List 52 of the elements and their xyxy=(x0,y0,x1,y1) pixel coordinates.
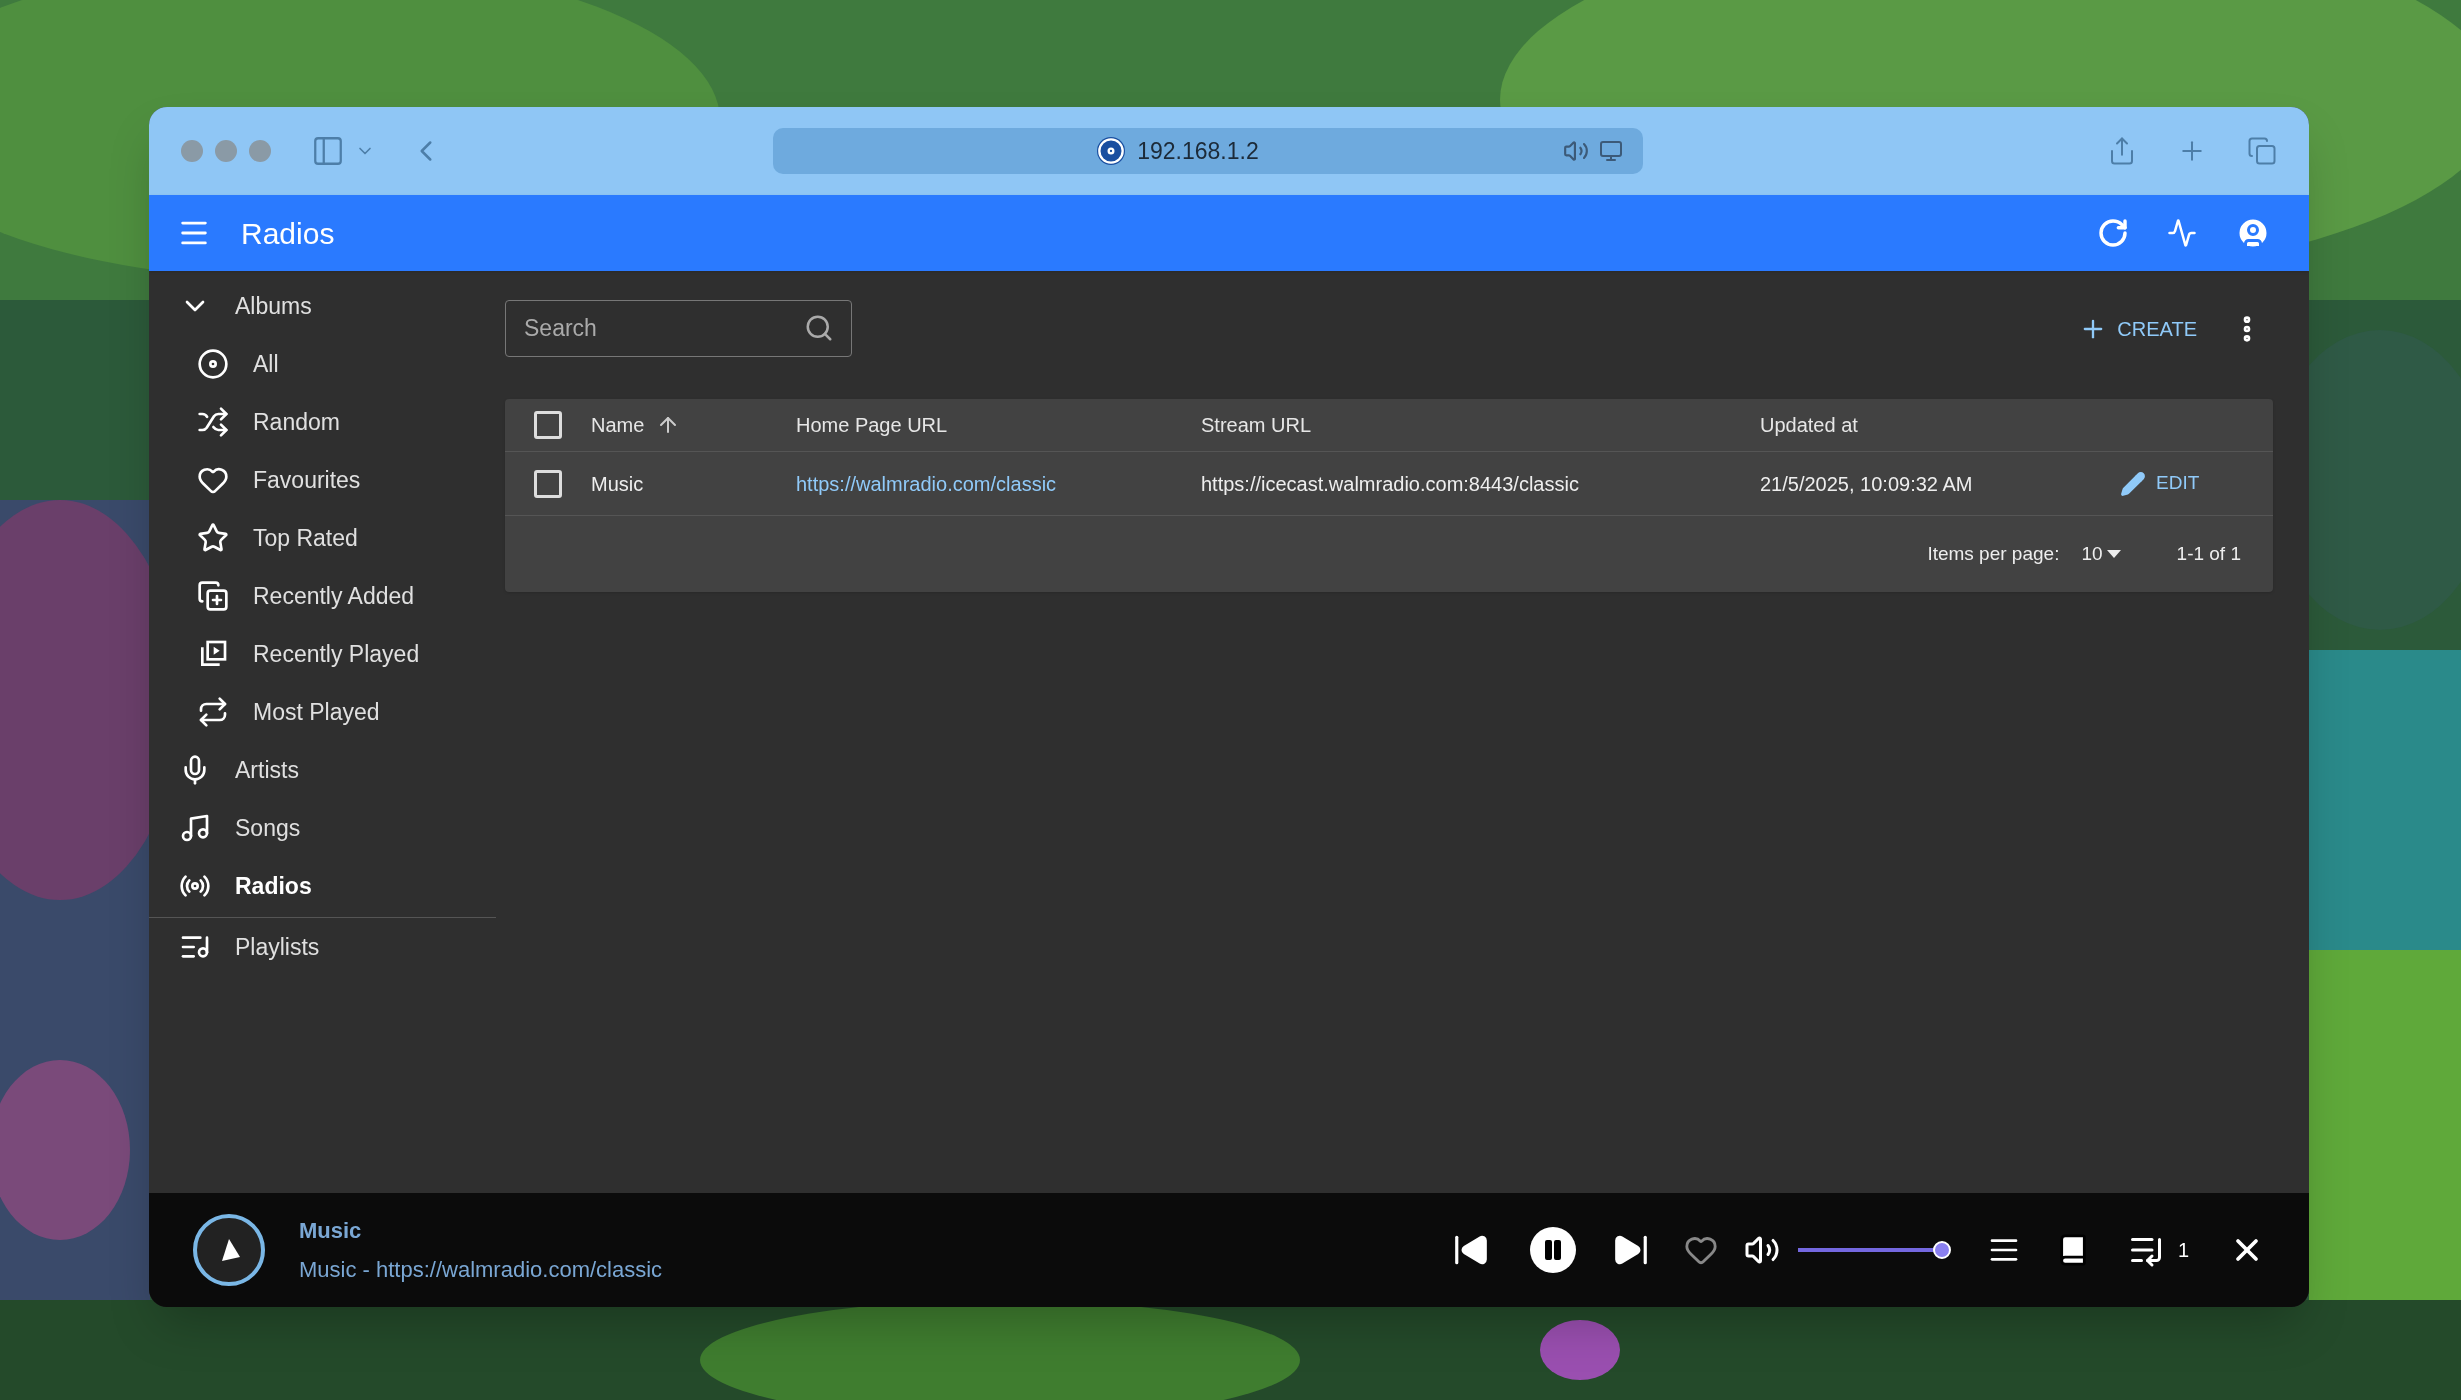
sidebar-item[interactable]: Radios xyxy=(149,857,496,915)
speaker-icon[interactable] xyxy=(1563,138,1589,164)
reader-icon[interactable] xyxy=(1599,139,1623,163)
column-header[interactable]: Name xyxy=(591,410,681,440)
select-all-checkbox[interactable] xyxy=(534,411,562,439)
site-icon xyxy=(1097,137,1126,165)
queue-count: 1 xyxy=(2177,1238,2189,1263)
sidebar-item[interactable]: Favourites xyxy=(149,451,496,509)
edit-button[interactable]: EDIT xyxy=(2116,469,2204,498)
sidebar-toggle-icon[interactable] xyxy=(311,134,345,168)
sidebar-item[interactable]: All xyxy=(149,335,496,393)
search-field[interactable]: Search xyxy=(505,300,852,357)
refresh-icon[interactable] xyxy=(2097,217,2129,249)
sidebar-item[interactable]: Top Rated xyxy=(149,509,496,567)
play-pause-button[interactable] xyxy=(1529,1227,1576,1273)
column-header[interactable]: Stream URL xyxy=(1201,410,1312,440)
sidebar-item[interactable]: Most Played xyxy=(149,683,496,741)
items-per-page-label: Items per page: xyxy=(1927,541,2060,566)
column-header[interactable]: Updated at xyxy=(1760,410,1858,440)
table-cell: https://icecast.walmradio.com:8443/classic xyxy=(1201,472,1579,495)
sidebar-icon xyxy=(179,812,211,844)
sidebar-item[interactable]: Albums xyxy=(149,277,496,335)
items-per-page-select[interactable]: 10 xyxy=(2081,539,2121,569)
dropdown-icon xyxy=(2106,550,2121,558)
table-cell: 21/5/2025, 10:09:32 AM xyxy=(1760,472,1973,495)
sidebar-item[interactable]: Songs xyxy=(149,799,496,857)
tabs-icon[interactable] xyxy=(2247,136,2277,166)
sidebar-item[interactable]: Recently Added xyxy=(149,567,496,625)
search-icon xyxy=(804,313,834,343)
volume-slider[interactable] xyxy=(1797,1240,1950,1260)
sidebar-item[interactable]: Playlists xyxy=(149,918,496,976)
sidebar-icon xyxy=(197,348,229,380)
home-page-link[interactable]: https://walmradio.com/classic xyxy=(796,472,1057,495)
page-title: Radios xyxy=(241,215,335,252)
pagination-range: 1-1 of 1 xyxy=(2176,541,2241,566)
table-cell: Music xyxy=(591,472,644,495)
column-header[interactable]: Home Page URL xyxy=(796,410,948,440)
address-bar[interactable]: 192.168.1.2 xyxy=(773,128,1643,174)
track-subtitle: Music - https://walmradio.com/classic xyxy=(299,1256,663,1284)
create-button[interactable]: CREATE xyxy=(2071,307,2205,350)
sidebar-icon xyxy=(197,696,229,728)
sidebar-icon xyxy=(197,580,229,612)
pencil-icon xyxy=(2120,470,2146,497)
sidebar-item[interactable]: Artists xyxy=(149,741,496,799)
sidebar-item[interactable]: Recently Played xyxy=(149,625,496,683)
url-text: 192.168.1.2 xyxy=(1137,136,1259,166)
sidebar-icon xyxy=(197,406,229,438)
sidebar-icon xyxy=(197,522,229,554)
row-checkbox[interactable] xyxy=(534,469,562,498)
track-title: Music xyxy=(299,1217,363,1245)
sidebar-item[interactable]: Random xyxy=(149,393,496,451)
activity-icon[interactable] xyxy=(2167,218,2197,248)
